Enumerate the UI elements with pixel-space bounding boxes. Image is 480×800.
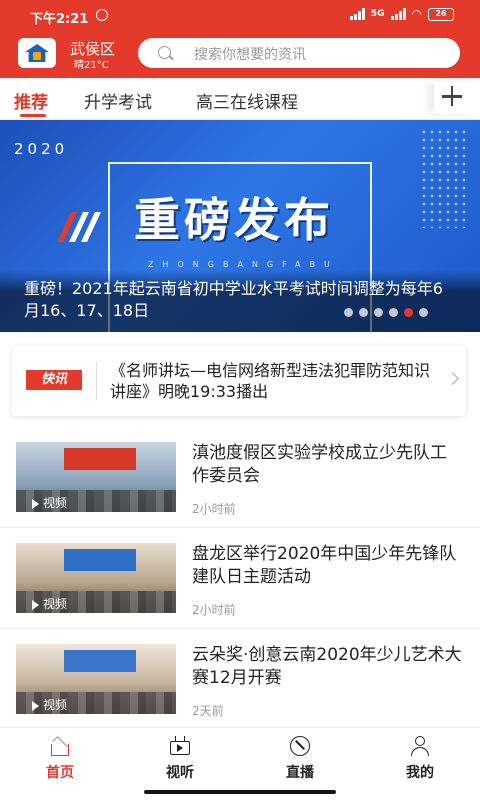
- top-header: 下午2:21 5G ◠ 26 武侯区 晴21°C 搜索你想要的资讯: [0, 0, 480, 78]
- chevron-right-icon: [446, 372, 459, 385]
- live-icon: [289, 736, 311, 756]
- news-time: 2小时前: [192, 603, 236, 617]
- banner-carousel[interactable]: 2020 重磅发布 ZHONGBANGFABU 重磅！2021年起云南省初中学业…: [0, 120, 480, 332]
- status-indicators: 5G ◠ 26: [349, 7, 454, 21]
- nav-live-label: 直播: [286, 765, 314, 781]
- news-thumbnail: 视频: [16, 543, 176, 613]
- weather-text: 晴21°C: [74, 60, 109, 71]
- system-home-indicator[interactable]: [144, 790, 336, 794]
- pager-dot[interactable]: [419, 308, 428, 317]
- signal-icon: [349, 8, 365, 20]
- search-placeholder: 搜索你想要的资讯: [194, 47, 306, 63]
- flash-news-card[interactable]: 快讯 《名师讲坛—电信网络新型违法犯罪防范知识讲座》明晚19:33播出: [12, 346, 466, 416]
- play-icon: [32, 599, 39, 610]
- pager-dot-active[interactable]: [404, 308, 413, 317]
- home-icon: [49, 736, 71, 756]
- profile-icon: [409, 736, 431, 756]
- news-item[interactable]: 视频 滇池度假区实验学校成立少先队工作委员会 2小时前: [0, 428, 480, 528]
- nav-live[interactable]: 直播: [265, 736, 335, 782]
- news-title: 盘龙区举行2020年中国少年先锋队建队日主题活动: [192, 544, 457, 587]
- nav-media[interactable]: 视听: [145, 736, 215, 782]
- status-bar: 下午2:21 5G ◠ 26: [0, 0, 480, 32]
- app-logo[interactable]: [18, 38, 56, 68]
- carousel-pager: [344, 308, 428, 317]
- news-title: 滇池度假区实验学校成立少先队工作委员会: [192, 443, 447, 486]
- pager-dot[interactable]: [374, 308, 383, 317]
- news-item[interactable]: 视频 盘龙区举行2020年中国少年先锋队建队日主题活动 2小时前: [0, 529, 480, 629]
- video-tag: 视频: [32, 494, 67, 511]
- wifi-icon: ◠: [411, 7, 422, 21]
- play-icon: [32, 498, 39, 509]
- news-title: 云朵奖·创意云南2020年少儿艺术大赛12月开赛: [192, 645, 462, 688]
- news-time: 2天前: [192, 704, 224, 718]
- news-time: 2小时前: [192, 502, 236, 516]
- channel-tabs: 推荐 升学考试 高三在线课程: [0, 78, 480, 120]
- nav-profile[interactable]: 我的: [385, 736, 455, 782]
- banner-dot-pattern: [420, 128, 470, 228]
- banner-year: 2020: [14, 140, 69, 158]
- add-channel-button[interactable]: [434, 82, 480, 114]
- tab-recommend[interactable]: 推荐: [14, 88, 48, 113]
- video-tag: 视频: [32, 595, 67, 612]
- pager-dot[interactable]: [389, 308, 398, 317]
- flash-news-text: 《名师讲坛—电信网络新型违法犯罪防范知识讲座》明晚19:33播出: [110, 361, 431, 401]
- news-item[interactable]: 视频 云朵奖·创意云南2020年少儿艺术大赛12月开赛 2天前: [0, 630, 480, 730]
- search-icon: [158, 46, 171, 59]
- news-thumbnail: 视频: [16, 442, 176, 512]
- banner-headline: 重磅发布: [134, 193, 334, 247]
- nav-home-label: 首页: [46, 765, 74, 781]
- nav-profile-label: 我的: [406, 765, 434, 781]
- banner-pinyin: ZHONGBANGFABU: [148, 260, 339, 269]
- search-input[interactable]: 搜索你想要的资讯: [138, 38, 460, 68]
- tab-online-course[interactable]: 高三在线课程: [196, 88, 298, 113]
- news-thumbnail: 视频: [16, 644, 176, 714]
- status-time: 下午2:21: [30, 12, 89, 27]
- tv-icon: [169, 736, 191, 756]
- flash-news-logo: 快讯: [26, 370, 82, 390]
- nav-media-label: 视听: [166, 765, 194, 781]
- tab-exams[interactable]: 升学考试: [84, 88, 152, 113]
- active-tab-indicator: [20, 114, 46, 117]
- video-tag: 视频: [32, 696, 67, 713]
- network-type: 5G: [370, 8, 385, 19]
- signal-icon-2: [390, 8, 406, 20]
- pager-dot[interactable]: [359, 308, 368, 317]
- battery-icon: 26: [428, 7, 454, 21]
- alarm-icon: [96, 9, 108, 21]
- play-icon: [32, 700, 39, 711]
- pager-dot[interactable]: [344, 308, 353, 317]
- nav-home[interactable]: 首页: [25, 736, 95, 782]
